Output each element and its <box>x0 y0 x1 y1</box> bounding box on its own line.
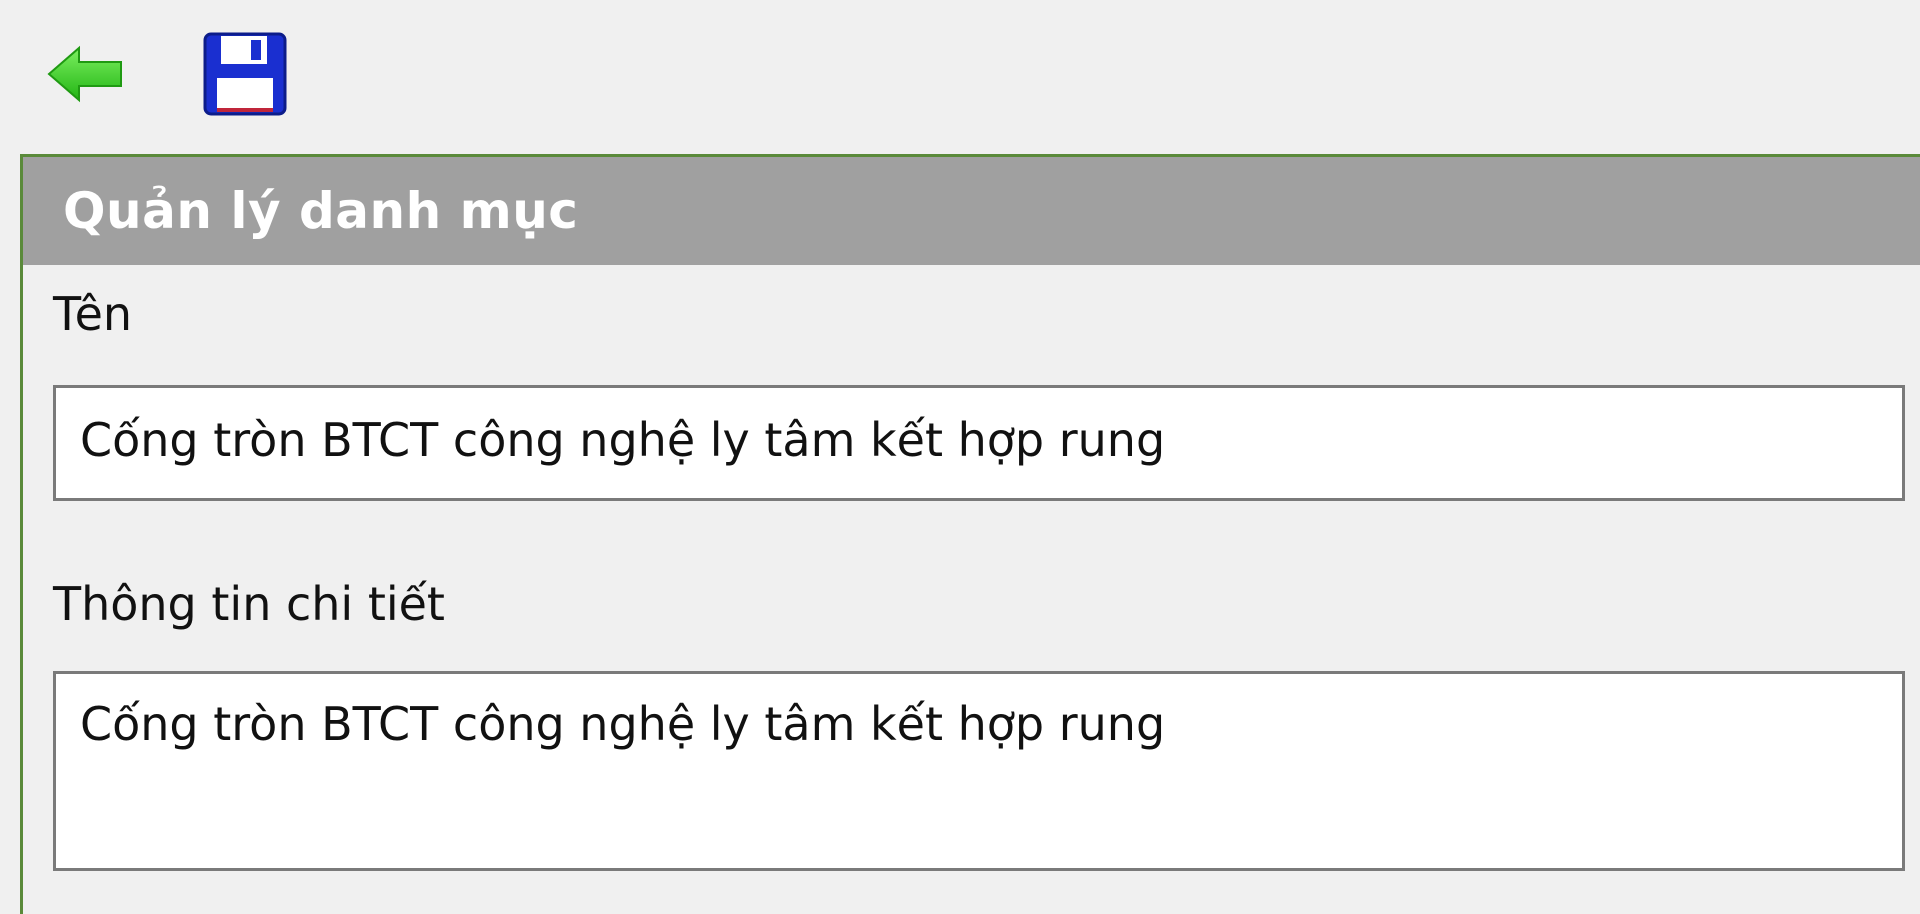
name-label: Tên <box>53 287 133 341</box>
back-arrow-icon <box>47 45 122 103</box>
detail-label: Thông tin chi tiết <box>53 577 445 631</box>
panel-title: Quản lý danh mục <box>63 182 579 240</box>
detail-textarea[interactable]: Cống tròn BTCT công nghệ ly tâm kết hợp … <box>53 671 1905 871</box>
save-button[interactable] <box>190 24 300 124</box>
back-button[interactable] <box>30 24 140 124</box>
toolbar <box>0 0 1920 150</box>
name-input[interactable]: Cống tròn BTCT công nghệ ly tâm kết hợp … <box>53 385 1905 501</box>
category-panel: Quản lý danh mục Tên Cống tròn BTCT công… <box>20 154 1920 914</box>
floppy-disk-icon <box>203 32 287 116</box>
panel-header: Quản lý danh mục <box>23 157 1920 265</box>
